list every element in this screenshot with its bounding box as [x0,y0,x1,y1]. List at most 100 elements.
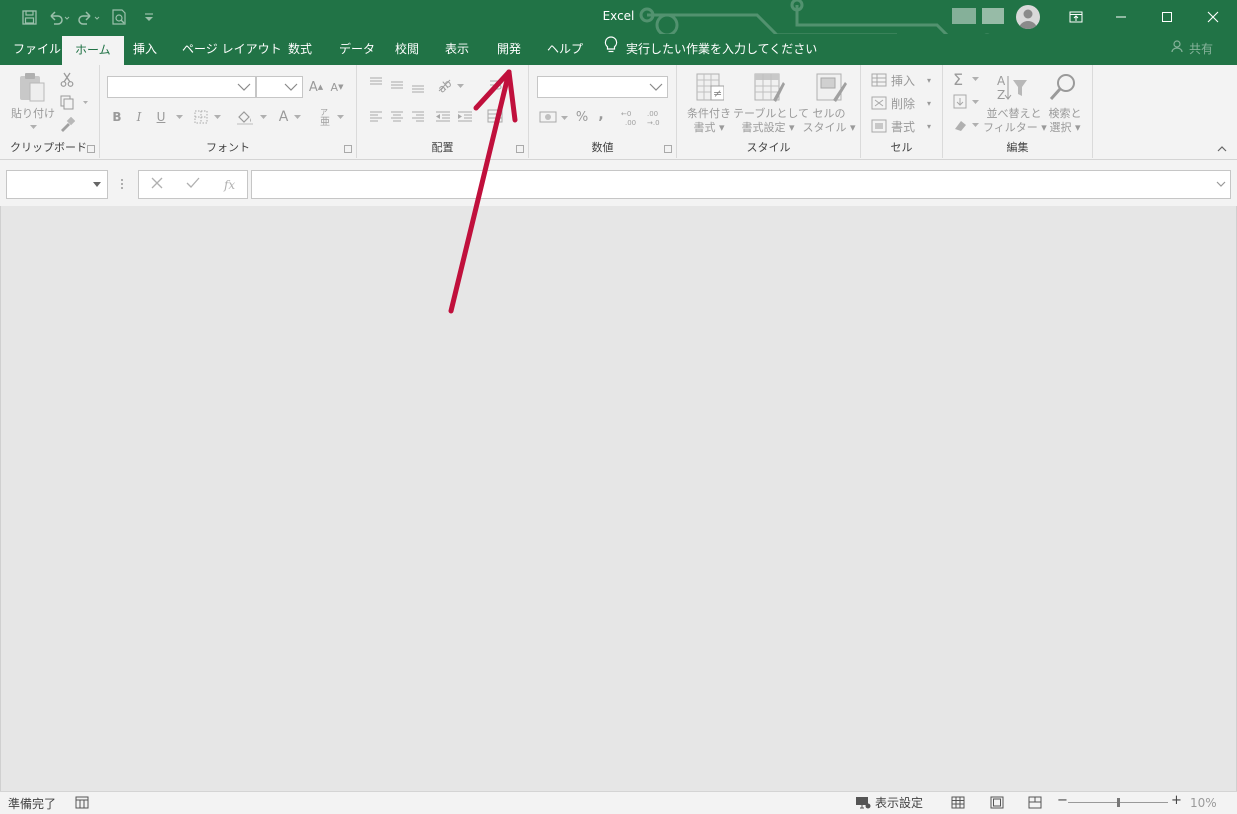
ribbon-display-options-icon[interactable] [1053,0,1099,34]
user-name-blurred [952,8,1004,24]
avatar[interactable] [1016,5,1040,29]
copy-icon[interactable] [57,93,91,111]
align-center-icon[interactable] [388,109,406,125]
format-as-table-label[interactable]: テーブルとして 書式設定 ▾ [733,107,809,135]
decrease-indent-icon[interactable] [433,109,453,125]
align-right-icon[interactable] [409,109,427,125]
page-layout-view-icon[interactable] [990,796,1004,812]
tell-me-box[interactable]: 実行したい作業を入力してください [604,34,817,65]
zoom-in-button[interactable]: + [1171,793,1182,808]
formula-bar-grip-icon[interactable] [120,177,124,191]
clipboard-group: 貼り付け クリップボード [0,65,100,158]
clipboard-group-label: クリップボード [10,141,87,154]
percent-button[interactable]: % [573,107,591,127]
font-group-label: フォント [206,141,250,154]
tab-insert[interactable]: 挿入 [120,34,170,65]
cell-styles-label[interactable]: セルの スタイル ▾ [801,107,857,135]
status-bar: 準備完了 表示設定 − + 10% [0,791,1237,814]
tab-review[interactable]: 校閲 [382,34,432,65]
font-color-icon[interactable]: A [274,107,306,127]
format-as-table-line2: 書式設定 ▾ [741,121,795,134]
align-left-icon[interactable] [367,109,385,125]
wrap-text-icon[interactable] [487,77,505,93]
insert-function-button[interactable]: fx [224,178,235,192]
tab-view[interactable]: 表示 [432,34,482,65]
paste-icon[interactable] [12,71,52,103]
italic-button[interactable]: I [130,107,148,127]
page-break-view-icon[interactable] [1028,796,1042,812]
collapse-ribbon-icon[interactable] [1217,141,1227,155]
format-cells-label: 書式 [891,119,916,134]
tab-help[interactable]: ヘルプ [534,34,596,65]
grow-font-icon[interactable]: A ▲ [307,77,325,97]
increase-indent-icon[interactable] [455,109,475,125]
clipboard-launcher-icon[interactable] [87,145,95,153]
tab-developer[interactable]: 開発 [484,34,534,65]
enter-check-icon[interactable] [186,177,200,192]
shrink-font-icon[interactable]: A ▼ [328,77,346,97]
maximize-icon[interactable] [1144,0,1190,34]
conditional-formatting-label[interactable]: 条件付き 書式 ▾ [679,107,739,135]
font-size-combo[interactable] [256,76,303,98]
zoom-out-button[interactable]: − [1057,793,1068,808]
format-cells-button[interactable]: 書式 ▾ [871,116,939,136]
shrink-font-label: A [330,80,339,94]
number-group: % , ←0.00 .00 →.0 数値 [529,65,677,158]
number-format-combo[interactable] [537,76,668,98]
sort-filter-line2-text: フィルター [983,121,1038,134]
chevron-down-icon [284,83,298,91]
font-launcher-icon[interactable] [344,145,352,153]
fill-icon[interactable] [951,92,981,112]
number-launcher-icon[interactable] [664,145,672,153]
format-painter-icon[interactable] [57,115,77,133]
name-box[interactable] [6,170,108,199]
fill-color-icon[interactable] [234,107,270,127]
conditional-formatting-icon[interactable]: ≠ [691,71,727,105]
font-name-combo[interactable] [107,76,256,98]
tab-formulas[interactable]: 数式 [275,34,325,65]
formula-input[interactable] [251,170,1231,199]
expand-formula-bar-icon[interactable] [1216,181,1226,188]
display-settings-label: 表示設定 [875,796,924,810]
find-select-icon[interactable] [1047,71,1079,103]
format-as-table-icon[interactable] [751,71,787,105]
tab-home[interactable]: ホーム [62,36,124,65]
sort-filter-label[interactable]: 並べ替えと フィルター ▾ [983,107,1047,135]
normal-view-icon[interactable] [951,796,965,812]
accounting-format-icon[interactable] [537,107,569,127]
bold-button[interactable]: B [108,107,126,127]
autosum-icon[interactable]: Σ [951,69,981,89]
delete-cells-button[interactable]: 削除 ▾ [871,93,939,113]
comma-button[interactable]: , [593,105,609,125]
find-select-label[interactable]: 検索と 選択 ▾ [1043,107,1087,135]
display-settings-button[interactable]: 表示設定 [855,794,923,811]
close-icon[interactable] [1190,0,1236,34]
decrease-decimal-icon[interactable]: .00 →.0 [645,107,667,127]
zoom-slider-thumb[interactable] [1117,798,1120,807]
paste-dropdown-icon[interactable] [27,123,39,131]
alignment-launcher-icon[interactable] [516,145,524,153]
merge-center-icon[interactable] [485,107,505,125]
zoom-level[interactable]: 10% [1190,796,1217,810]
conditional-formatting-line2: 書式 ▾ [693,121,725,134]
increase-decimal-icon[interactable]: ←0.00 [621,107,643,127]
clear-icon[interactable] [951,115,981,135]
middle-align-icon[interactable] [388,77,406,93]
bottom-align-icon[interactable] [409,79,427,95]
underline-button[interactable]: U [152,107,170,127]
tab-data[interactable]: データ [326,34,388,65]
cancel-entry-icon[interactable] [151,177,163,192]
cell-styles-icon[interactable] [813,71,849,105]
macro-record-icon[interactable] [75,796,89,812]
sort-filter-icon[interactable]: AZ [995,71,1029,103]
underline-dropdown-icon[interactable] [172,107,186,127]
top-align-icon[interactable] [367,75,385,91]
format-as-table-line2-text: 書式設定 [741,121,786,134]
insert-cells-button[interactable]: 挿入 ▾ [871,70,939,90]
borders-icon[interactable] [193,107,223,127]
cut-icon[interactable] [57,70,77,88]
share-button[interactable]: 共有 [1171,34,1213,65]
minimize-icon[interactable] [1098,0,1144,34]
phonetic-guide-icon[interactable]: ア亜 [316,105,346,129]
orientation-icon[interactable]: ab [435,75,465,95]
